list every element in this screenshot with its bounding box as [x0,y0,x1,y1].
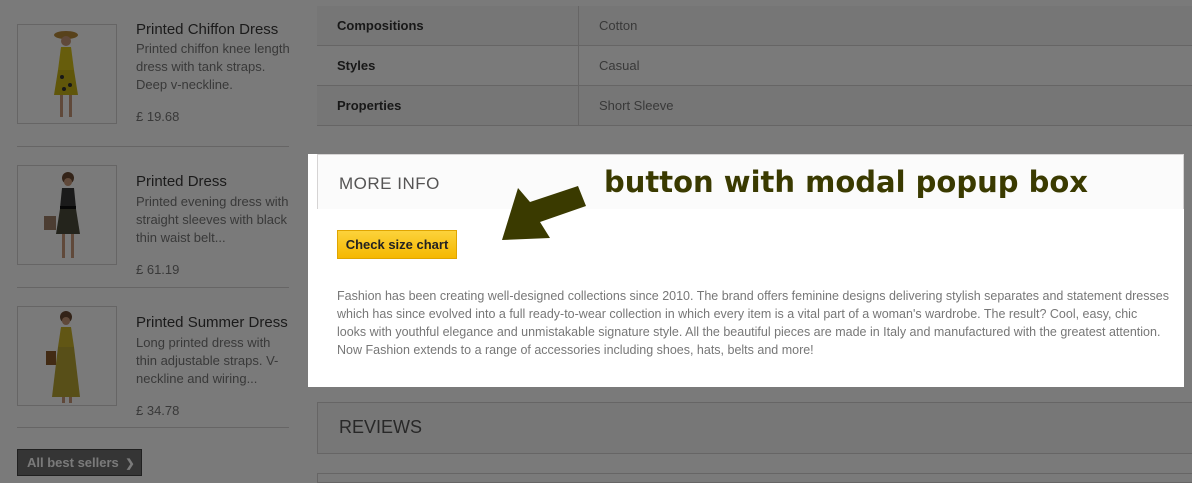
more-info-title: MORE INFO [339,174,440,193]
product-thumbnail[interactable] [17,165,117,265]
sidebar-product: Printed Summer Dress Long printed dress … [17,287,289,418]
product-name[interactable]: Printed Summer Dress [136,314,288,331]
data-sheet-value: Short Sleeve [599,98,674,113]
reviews-section-body [317,473,1192,483]
check-size-chart-button[interactable]: Check size chart [337,230,457,259]
best-sellers-sidebar: Printed Chiffon Dress Printed chiffon kn… [17,0,290,483]
column-divider [578,86,579,126]
data-sheet-label: Compositions [337,18,424,33]
data-sheet-label: Properties [337,98,402,113]
data-sheet-value: Cotton [599,18,638,33]
product-description: Printed evening dress with straight slee… [136,194,289,245]
product-description: Printed chiffon knee length dress with t… [136,41,290,92]
product-name[interactable]: Printed Chiffon Dress [136,21,278,38]
arrow-annotation-icon [502,186,586,240]
data-sheet-value: Casual [599,58,640,73]
data-sheet-label: Styles [337,58,376,73]
reviews-title: REVIEWS [339,417,423,437]
product-thumbnail[interactable] [17,24,117,124]
product-price: £ 34.78 [136,403,180,418]
product-price: £ 61.19 [136,262,180,277]
product-description: Long printed dress with thin adjustable … [136,335,279,386]
more-info-panel: MORE INFO button with modal popup box Ch… [308,154,1184,387]
sidebar-product: Printed Chiffon Dress Printed chiffon kn… [17,0,290,124]
data-sheet-row: Styles Casual [317,46,1192,86]
product-name[interactable]: Printed Dress [136,173,227,190]
reviews-section-header[interactable]: REVIEWS [317,402,1192,454]
sidebar-divider [17,427,289,428]
chevron-right-icon: ❯ [125,458,135,470]
data-sheet-row: Properties Short Sleeve [317,86,1192,126]
all-best-sellers-label: All best sellers [27,455,119,470]
product-price: £ 19.68 [136,109,180,124]
all-best-sellers-button[interactable]: All best sellers ❯ [17,449,142,476]
data-sheet-row: Compositions Cotton [317,6,1192,46]
annotation-label: button with modal popup box [604,165,1088,199]
more-info-description: Fashion has been creating well-designed … [337,289,1169,357]
product-thumbnail[interactable] [17,306,117,406]
column-divider [578,46,579,86]
column-divider [578,6,579,46]
sidebar-product: Printed Dress Printed evening dress with… [17,146,289,277]
